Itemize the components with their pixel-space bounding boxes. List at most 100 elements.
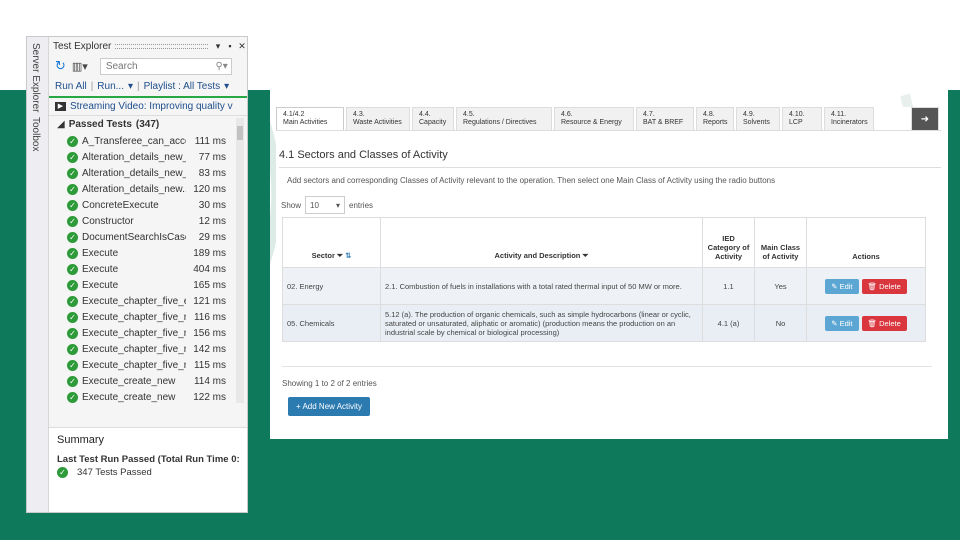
test-explorer-window: Server Explorer Toolbox Test Explorer ▾ … [26, 36, 248, 513]
pass-check-icon: ✓ [57, 467, 68, 478]
tab-label: Waste Activities [353, 119, 402, 126]
col-ied: IED Category of Activity [702, 217, 755, 268]
tab-main-activities[interactable]: 4.1/4.2 Main Activities [276, 107, 344, 130]
test-row[interactable]: ✓ Execute_chapter_five_n... 115 ms [49, 357, 247, 373]
entries-select[interactable]: 10 ▾ [305, 196, 346, 214]
collapse-triangle-icon[interactable]: ◢ [57, 119, 65, 130]
filter-icon[interactable]: ⏷ [582, 251, 588, 260]
tests-passed-text: 347 Tests Passed [77, 467, 152, 478]
group-by-icon[interactable]: ▥▾ [72, 60, 88, 73]
stream-text: Streaming Video: Improving quality v [70, 101, 233, 112]
tab-label: Resource & Energy [561, 119, 622, 126]
filter-icon[interactable]: ⏷ [337, 251, 343, 260]
table-row: 05. Chemicals 5.12 (a). The production of… [282, 304, 926, 342]
run-menu-button[interactable]: Run... [97, 81, 124, 92]
stream-notice[interactable]: ▶ Streaming Video: Improving quality v [49, 98, 247, 116]
close-icon[interactable]: ✕ [236, 41, 247, 52]
test-name: Execute [82, 279, 119, 291]
col-sector[interactable]: Sector ⏷ ⇅ [282, 217, 381, 268]
tab-label: Incinerators [831, 119, 868, 126]
pass-check-icon: ✓ [67, 375, 78, 387]
vertical-scrollbar[interactable] [236, 118, 244, 403]
tab-bat-bref[interactable]: 4.7. BAT & BREF [636, 107, 694, 130]
scroll-thumb[interactable] [237, 126, 243, 140]
run-chevron-icon[interactable]: ▾ [128, 81, 133, 92]
delete-button[interactable]: 🗑 Delete [861, 278, 907, 294]
tab-waste-activities[interactable]: 4.3. Waste Activities [346, 107, 410, 130]
test-row[interactable]: ✓ Execute_chapter_five_n... 142 ms [49, 341, 247, 357]
section-title: 4.1 Sectors and Classes of Activity [279, 149, 448, 161]
tab-label: Capacity [419, 119, 447, 126]
activities-table: Sector ⏷ ⇅ Activity and Description ⏷ IE… [282, 217, 926, 342]
run-all-button[interactable]: Run All [55, 81, 87, 92]
test-row[interactable]: ✓ Constructor 12 ms [49, 213, 247, 229]
test-row[interactable]: ✓ Alteration_details_new_... 77 ms [49, 149, 247, 165]
test-explorer-pane: Test Explorer ▾ ▪ ✕ ↻ ▥▾ ⚲▾ Run All | Ru… [49, 37, 247, 512]
col-activity[interactable]: Activity and Description ⏷ [380, 217, 703, 268]
tab-incinerators[interactable]: 4.11. Incinerators [824, 107, 874, 130]
test-duration: 12 ms [198, 215, 226, 227]
playlist-menu[interactable]: Playlist : All Tests [144, 81, 221, 92]
search-box[interactable]: ⚲▾ [99, 57, 232, 75]
summary-title: Summary [57, 434, 105, 446]
search-icon[interactable]: ⚲▾ [215, 61, 227, 72]
pass-check-icon: ✓ [67, 279, 78, 291]
edit-button[interactable]: ✎ Edit [825, 315, 859, 331]
add-activity-button[interactable]: + Add New Activity [288, 397, 371, 416]
test-list: ◢ Passed Tests (347) ✓ A_Transferee_can_a… [49, 116, 247, 412]
test-row[interactable]: ✓ ConcreteExecute 30 ms [49, 197, 247, 213]
server-explorer-tab[interactable]: Server Explorer [30, 43, 41, 112]
tab-capacity[interactable]: 4.4. Capacity [412, 107, 454, 130]
test-name: Execute_create_new [82, 391, 176, 403]
dropdown-arrow-icon[interactable]: ▾ [212, 41, 224, 52]
test-row[interactable]: ✓ Execute 165 ms [49, 277, 247, 293]
pass-check-icon: ✓ [67, 167, 78, 179]
col-main-class: Main Class of Activity [754, 217, 807, 268]
passed-tests-group[interactable]: ◢ Passed Tests (347) [49, 116, 247, 133]
trash-icon: 🗑 [867, 281, 880, 291]
search-input[interactable] [103, 59, 216, 73]
sort-icon[interactable]: ⇅ [345, 251, 351, 260]
last-run-status: Last Test Run Passed (Total Run Time 0:0… [57, 454, 240, 465]
test-row[interactable]: ✓ Execute_chapter_five_n... 116 ms [49, 309, 247, 325]
tab-regulations-directives[interactable]: 4.5. Regulations / Directives [456, 107, 552, 130]
pin-icon[interactable]: ▪ [224, 41, 236, 51]
tab-label: Reports [703, 119, 728, 126]
test-name: Alteration_details_new... [82, 183, 186, 195]
select-chevron-icon: ▾ [336, 200, 341, 210]
tab-number: 4.4. [419, 111, 431, 118]
edit-button[interactable]: ✎ Edit [825, 278, 859, 294]
test-row[interactable]: ✓ Execute_chapter_five_n... 156 ms [49, 325, 247, 341]
test-row[interactable]: ✓ Alteration_details_new_... 83 ms [49, 165, 247, 181]
test-row[interactable]: ✓ Execute_chapter_five_e... 121 ms [49, 293, 247, 309]
entries-label: entries [349, 200, 374, 210]
delete-button[interactable]: 🗑 Delete [861, 315, 907, 331]
tab-lcp[interactable]: 4.10. LCP [782, 107, 822, 130]
test-row[interactable]: ✓ Execute_create_new 114 ms [49, 373, 247, 389]
test-duration: 115 ms [193, 359, 226, 371]
tab-label: BAT & BREF [643, 119, 684, 126]
tab-number: 4.1/4.2 [283, 111, 305, 118]
table-info: Showing 1 to 2 of 2 entries [282, 379, 377, 388]
cell-ied: 1.1 [702, 267, 755, 305]
test-row[interactable]: ✓ Alteration_details_new... 120 ms [49, 181, 247, 197]
next-tab-arrow-icon[interactable]: ➜ [911, 107, 939, 130]
test-row[interactable]: ✓ Execute_create_new 122 ms [49, 389, 247, 405]
tab-resource-energy[interactable]: 4.6. Resource & Energy [554, 107, 634, 130]
title-bar: Test Explorer ▾ ▪ ✕ [49, 37, 247, 55]
drag-grip[interactable] [115, 43, 208, 49]
toolbox-tab[interactable]: Toolbox [30, 117, 41, 151]
test-row[interactable]: ✓ Execute 404 ms [49, 261, 247, 277]
tab-solvents[interactable]: 4.9. Solvents [736, 107, 780, 130]
test-name: Execute_create_new [82, 375, 176, 387]
pane-title: Test Explorer [53, 40, 112, 52]
test-name: Execute [82, 263, 119, 275]
refresh-icon[interactable]: ↻ [55, 58, 66, 74]
cell-activity: 5.12 (a). The production of organic chem… [380, 304, 703, 342]
test-row[interactable]: ✓ Execute 189 ms [49, 245, 247, 261]
test-row[interactable]: ✓ A_Transferee_can_acce... 111 ms [49, 133, 247, 149]
tab-reports[interactable]: 4.8. Reports [696, 107, 734, 130]
pass-check-icon: ✓ [67, 343, 78, 355]
playlist-chevron-icon[interactable]: ▾ [224, 81, 229, 92]
test-row[interactable]: ✓ DocumentSearchIsCasel... 29 ms [49, 229, 247, 245]
